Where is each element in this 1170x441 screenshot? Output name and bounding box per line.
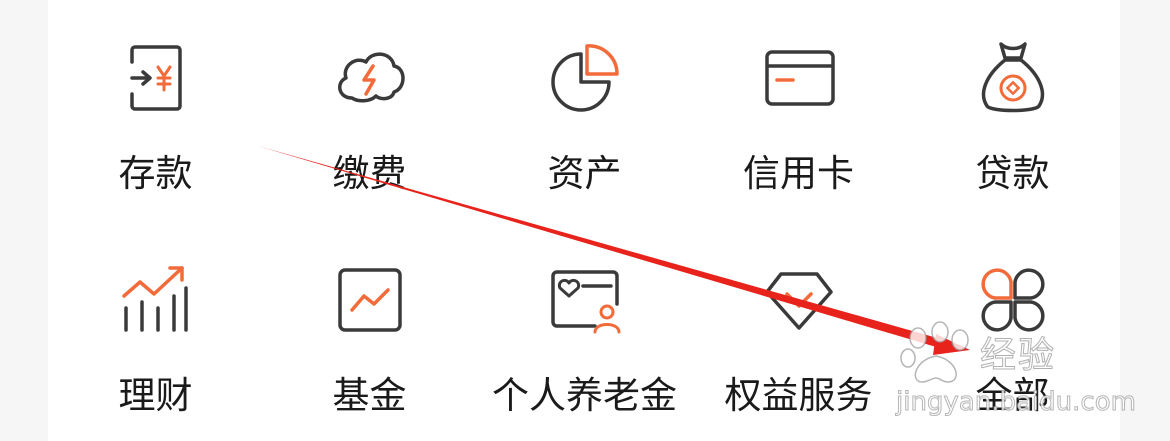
menu-item-loan[interactable]: 贷款 xyxy=(905,0,1120,210)
menu-item-rights[interactable]: 权益服务 xyxy=(691,222,906,432)
menu-item-label: 个人养老金 xyxy=(492,374,677,417)
menu-item-label: 缴费 xyxy=(332,152,407,195)
menu-item-label: 权益服务 xyxy=(724,374,873,417)
menu-item-label: 存款 xyxy=(118,152,193,195)
wealth-icon xyxy=(116,260,196,340)
pension-icon xyxy=(545,260,625,340)
menu-item-credit-card[interactable]: 信用卡 xyxy=(691,0,906,210)
assets-icon xyxy=(545,38,625,118)
menu-item-label: 贷款 xyxy=(975,152,1050,195)
deposit-icon xyxy=(116,38,196,118)
menu-item-label: 基金 xyxy=(332,374,407,417)
menu-item-label: 理财 xyxy=(118,374,193,417)
menu-item-label: 资产 xyxy=(547,152,622,195)
menu-item-pension[interactable]: 个人养老金 xyxy=(477,222,692,432)
menu-item-assets[interactable]: 资产 xyxy=(477,0,692,210)
menu-item-fund[interactable]: 基金 xyxy=(262,222,477,432)
payment-icon xyxy=(330,38,410,118)
menu-item-label: 信用卡 xyxy=(743,152,854,195)
credit-card-icon xyxy=(759,38,839,118)
service-grid-panel: 存款 缴费 资产 信用卡 贷款 理财 基金 个人养老金 权益服务 全部 xyxy=(48,0,1120,441)
all-icon xyxy=(973,260,1053,340)
menu-item-all[interactable]: 全部 xyxy=(905,222,1120,432)
menu-item-deposit[interactable]: 存款 xyxy=(48,0,263,210)
diamond-icon xyxy=(759,260,839,340)
fund-icon xyxy=(330,260,410,340)
menu-item-label: 全部 xyxy=(975,374,1050,417)
menu-item-wealth[interactable]: 理财 xyxy=(48,222,263,432)
menu-item-payment[interactable]: 缴费 xyxy=(262,0,477,210)
loan-icon xyxy=(973,38,1053,118)
